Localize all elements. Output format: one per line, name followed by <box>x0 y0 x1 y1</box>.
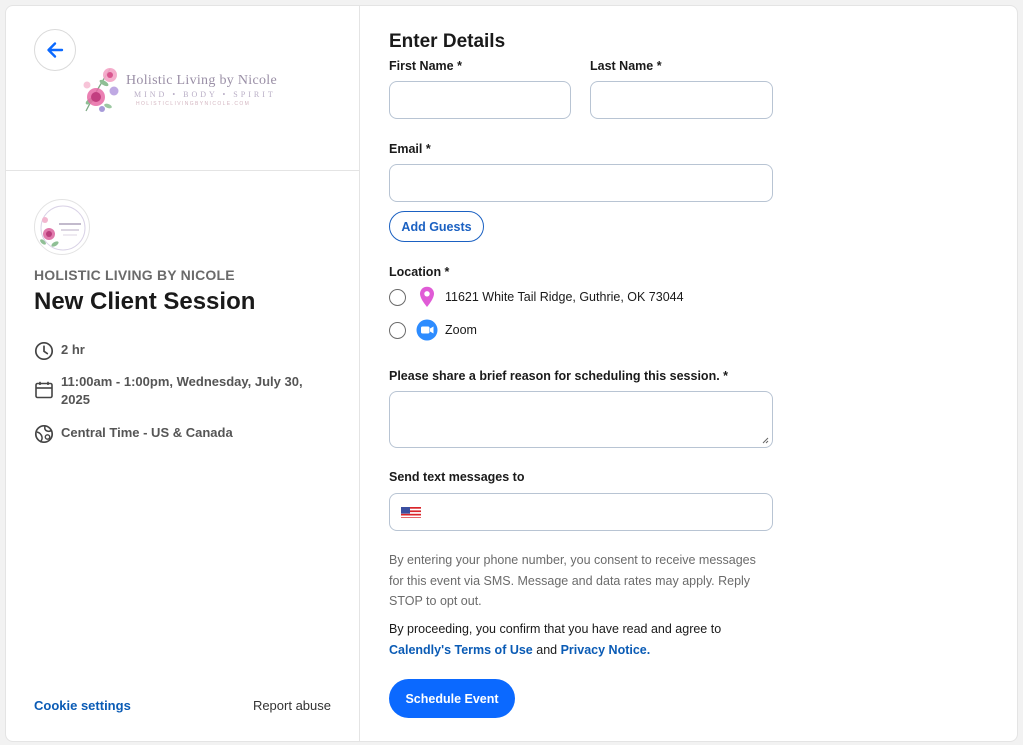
duration-row: 2 hr <box>34 341 85 361</box>
location-option-address[interactable]: 11621 White Tail Ridge, Guthrie, OK 7304… <box>389 286 684 308</box>
location-radio-zoom[interactable] <box>389 321 406 339</box>
email-label: Email * <box>389 142 431 156</box>
logo-url: HOLISTICLIVINGBYNICOLE.COM <box>136 101 251 107</box>
resize-handle-icon[interactable] <box>761 436 769 444</box>
agree-prefix: By proceeding, you confirm that you have… <box>389 622 722 636</box>
last-name-input[interactable] <box>590 81 773 119</box>
privacy-notice-link[interactable]: Privacy Notice. <box>561 643 651 657</box>
flower-logo-icon <box>83 68 119 112</box>
org-name: HOLISTIC LIVING BY NICOLE <box>34 267 235 283</box>
avatar <box>34 199 90 255</box>
sms-consent-text: By entering your phone number, you conse… <box>389 553 756 608</box>
location-label: Location * <box>389 265 450 279</box>
reason-label: Please share a brief reason for scheduli… <box>389 369 729 383</box>
cookie-settings-link[interactable]: Cookie settings <box>34 698 131 713</box>
terms-agreement: By proceeding, you confirm that you have… <box>389 619 769 660</box>
datetime-text: 11:00am - 1:00pm, Wednesday, July 30, 20… <box>61 374 303 407</box>
map-pin-icon <box>420 286 434 307</box>
terms-of-use-link[interactable]: Calendly's Terms of Use <box>389 643 533 657</box>
clock-icon <box>34 341 54 361</box>
event-info-panel: Holistic Living by Nicole MIND • BODY • … <box>6 6 360 741</box>
location-option-zoom[interactable]: Zoom <box>389 319 477 341</box>
form-title: Enter Details <box>389 31 506 52</box>
add-guests-button[interactable]: Add Guests <box>389 211 484 242</box>
location-zoom-label: Zoom <box>445 323 477 337</box>
zoom-video-icon <box>416 319 438 341</box>
timezone-text: Central Time - US & Canada <box>61 425 233 440</box>
reason-textarea[interactable] <box>389 391 773 448</box>
location-address-label: 11621 White Tail Ridge, Guthrie, OK 7304… <box>445 290 684 304</box>
email-input[interactable] <box>389 164 773 202</box>
back-button[interactable] <box>34 29 76 71</box>
schedule-event-button[interactable]: Schedule Event <box>389 679 515 718</box>
org-logo: Holistic Living by Nicole MIND • BODY • … <box>78 61 288 116</box>
logo-title: Holistic Living by Nicole <box>126 73 277 88</box>
agree-and: and <box>536 642 558 657</box>
duration-text: 2 hr <box>61 342 85 357</box>
left-footer: Cookie settings Report abuse <box>34 698 331 713</box>
first-name-label: First Name * <box>389 59 462 73</box>
logo-tagline: MIND • BODY • SPIRIT <box>134 90 276 99</box>
location-radio-address[interactable] <box>389 288 406 306</box>
event-title: New Client Session <box>34 288 256 315</box>
phone-input[interactable] <box>389 493 773 531</box>
sms-label: Send text messages to <box>389 470 525 484</box>
report-abuse-link[interactable]: Report abuse <box>253 698 331 713</box>
booking-card: Holistic Living by Nicole MIND • BODY • … <box>5 5 1018 742</box>
timezone-row: Central Time - US & Canada <box>34 424 233 444</box>
arrow-left-icon <box>47 42 64 58</box>
logo-header: Holistic Living by Nicole MIND • BODY • … <box>6 6 360 171</box>
last-name-label: Last Name * <box>590 59 662 73</box>
calendar-icon <box>35 381 53 399</box>
first-name-input[interactable] <box>389 81 571 119</box>
us-flag-icon[interactable] <box>401 506 421 518</box>
flower-avatar-icon <box>40 205 86 251</box>
datetime-row: 11:00am - 1:00pm, Wednesday, July 30, 20… <box>34 373 314 409</box>
globe-icon <box>34 424 54 444</box>
